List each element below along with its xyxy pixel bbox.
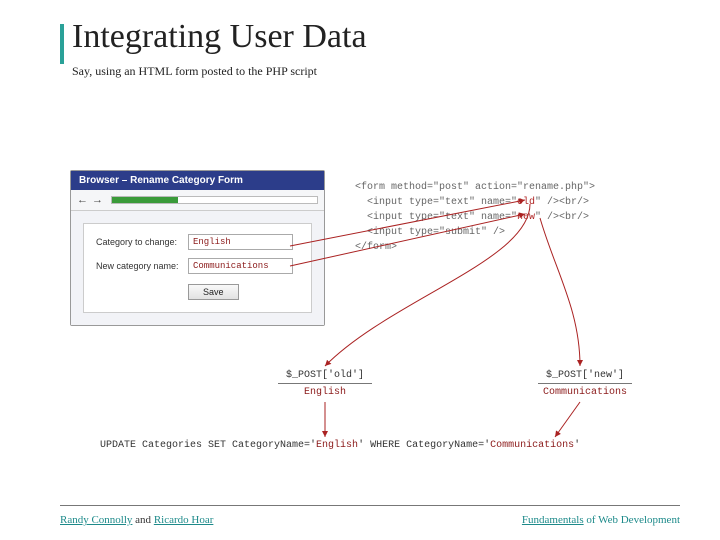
label-new: New category name: [96,261,188,271]
code-line: <input type="submit" /> [355,225,595,240]
php-new-label: $_POST['new'] [538,370,632,384]
code-line: <form method="post" action="rename.php"> [355,180,595,195]
field-row-new: New category name: Communications [96,258,299,274]
forward-icon: → [92,194,103,206]
code-line: <input type="text" name="new" /><br/> [355,210,595,225]
php-old-col: $_POST['old'] English [265,370,385,398]
footer-divider [60,505,680,506]
form-area: Category to change: English New category… [71,211,324,325]
browser-mockup: Browser – Rename Category Form ← → Categ… [70,170,325,326]
input-new: Communications [188,258,293,274]
accent-bar [60,24,64,64]
save-button: Save [188,284,239,300]
footer-authors: Randy Connolly and Ricardo Hoar [60,514,213,526]
sql-statement: UPDATE Categories SET CategoryName='Engl… [100,440,580,451]
slide-title: Integrating User Data [72,18,367,56]
back-icon: ← [77,194,88,206]
code-line: </form> [355,240,595,255]
input-old: English [188,234,293,250]
browser-titlebar: Browser – Rename Category Form [71,171,324,190]
php-new-value: Communications [520,387,650,398]
form-panel: Category to change: English New category… [83,223,312,313]
slide-subtitle: Say, using an HTML form posted to the PH… [72,64,317,79]
browser-toolbar: ← → [71,190,324,211]
footer-book: Fundamentals of Web Development [522,514,680,526]
php-old-value: English [265,387,385,398]
php-new-col: $_POST['new'] Communications [520,370,650,398]
progress-bar [111,196,318,204]
code-line: <input type="text" name="old" /><br/> [355,195,595,210]
form-source-code: <form method="post" action="rename.php">… [355,180,595,255]
label-old: Category to change: [96,237,188,247]
php-old-label: $_POST['old'] [278,370,372,384]
field-row-old: Category to change: English [96,234,299,250]
